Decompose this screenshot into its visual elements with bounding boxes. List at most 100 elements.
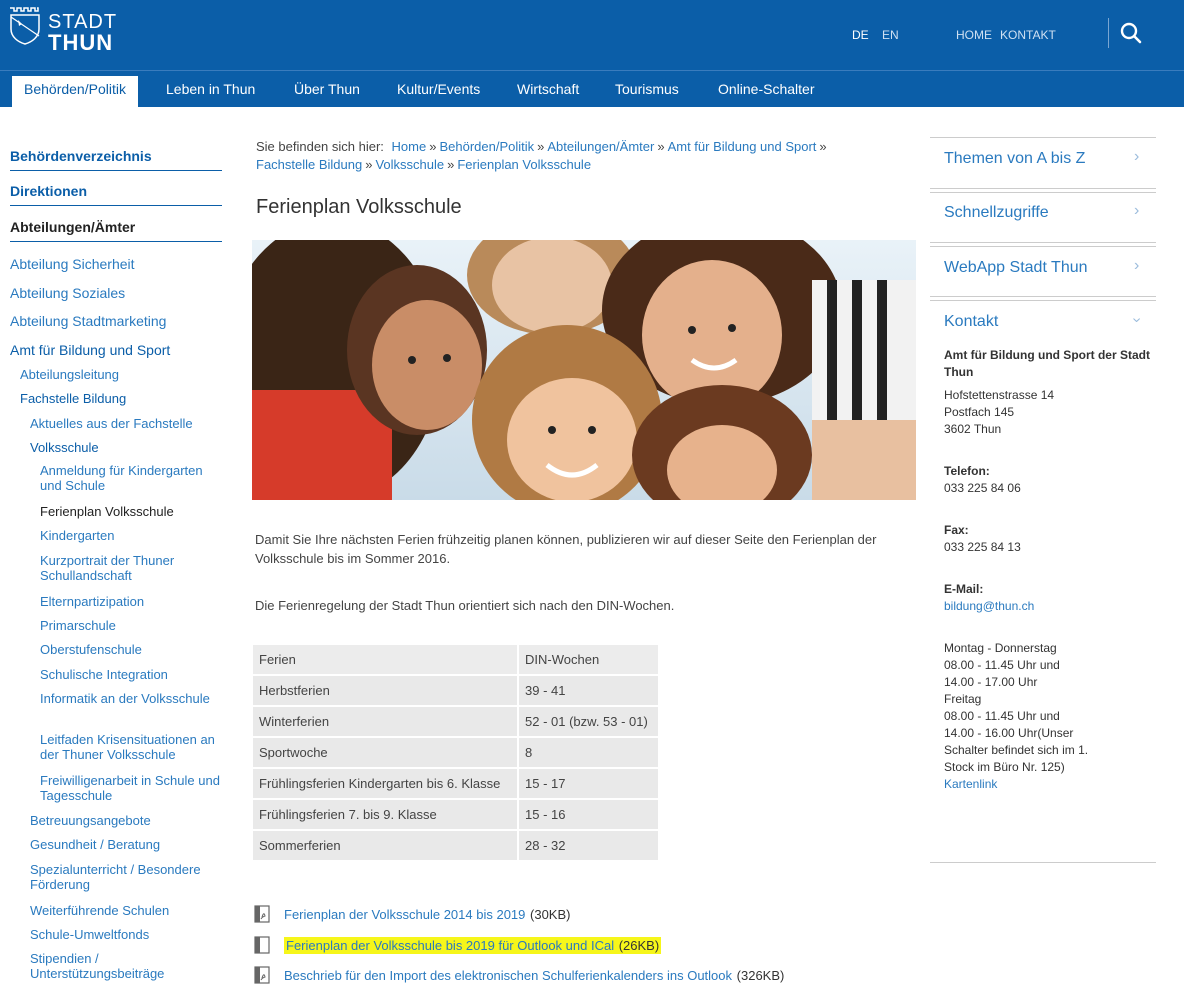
table-cell: Frühlingsferien Kindergarten bis 6. Klas…	[253, 769, 517, 798]
breadcrumb-ferienplan[interactable]: Ferienplan Volksschule	[457, 157, 591, 172]
breadcrumb-sep: »	[447, 157, 455, 172]
download-link-beschrieb[interactable]: Beschrieb für den Import des elektronisc…	[284, 968, 732, 983]
chevron-right-icon[interactable]: ›	[1134, 257, 1139, 275]
link-schnellzugriffe[interactable]: Schnellzugriffe	[944, 204, 1049, 222]
search-divider	[1108, 18, 1109, 48]
nav-leben[interactable]: Leben in Thun	[154, 76, 267, 107]
hours-line: Stock im Büro Nr. 125)	[944, 760, 1065, 774]
city-crest-icon	[10, 7, 40, 45]
sidebar-item-aktuelles[interactable]: Aktuelles aus der Fachstelle	[30, 416, 193, 431]
sidebar-item-elternpartizipation[interactable]: Elternpartizipation	[40, 594, 220, 609]
pdf-icon	[254, 966, 270, 984]
table-cell: 39 - 41	[517, 676, 658, 705]
chevron-right-icon[interactable]: ›	[1134, 148, 1139, 166]
breadcrumb-sep: »	[819, 139, 827, 154]
breadcrumb-home[interactable]: Home	[392, 139, 427, 154]
kontakt-link[interactable]: KONTAKT	[1000, 28, 1056, 42]
intro-text: Damit Sie Ihre nächsten Ferien frühzeiti…	[255, 532, 877, 566]
lang-en-link[interactable]: EN	[882, 28, 899, 42]
search-icon[interactable]	[1120, 22, 1142, 49]
sidebar-direktionen[interactable]: Direktionen	[10, 183, 222, 206]
sidebar-item-gesundheit[interactable]: Gesundheit / Beratung	[30, 837, 160, 852]
hero-image	[252, 240, 916, 500]
sidebar-item-informatik[interactable]: Informatik an der Volksschule	[40, 691, 220, 706]
nav-online-schalter[interactable]: Online-Schalter	[706, 76, 827, 107]
sidebar-item-fachstelle-bildung[interactable]: Fachstelle Bildung	[20, 391, 126, 406]
table-header: DIN-Wochen	[517, 645, 658, 674]
breadcrumb-amt[interactable]: Amt für Bildung und Sport	[668, 139, 817, 154]
download-link-ferienplan-pdf[interactable]: Ferienplan der Volksschule 2014 bis 2019	[284, 907, 525, 922]
sidebar-behoerdenverzeichnis[interactable]: Behördenverzeichnis	[10, 148, 222, 171]
telefon-label: Telefon:	[944, 464, 990, 478]
contact-address-1: Hofstettenstrasse 14	[944, 388, 1055, 402]
sidebar-item-volksschule[interactable]: Volksschule	[30, 440, 99, 455]
table-cell: 15 - 16	[517, 800, 658, 829]
table-header-row: Ferien DIN-Wochen	[253, 645, 658, 674]
sidebar-item-weiterfuehrende[interactable]: Weiterführende Schulen	[30, 903, 169, 918]
hours-line: Freitag	[944, 692, 982, 706]
sidebar-item-umweltfonds[interactable]: Schule-Umweltfonds	[30, 927, 149, 942]
breadcrumb-abteilungen[interactable]: Abteilungen/Ämter	[547, 139, 654, 154]
sidebar-item-abteilungsleitung[interactable]: Abteilungsleitung	[20, 367, 119, 382]
sidebar-abteilungen[interactable]: Abteilungen/Ämter	[10, 219, 222, 242]
sidebar-item-stipendien[interactable]: Stipendien / Unterstützungsbeiträge	[30, 951, 220, 981]
breadcrumb-volksschule[interactable]: Volksschule	[375, 157, 444, 172]
sidebar-item-spezialunterricht[interactable]: Spezialunterricht / Besondere Förderung	[30, 862, 220, 892]
fax-label: Fax:	[944, 523, 969, 537]
right-divider	[930, 242, 1156, 243]
table-row: Sportwoche 8	[253, 738, 658, 767]
kartenlink[interactable]: Kartenlink	[944, 776, 997, 793]
nav-ueber-thun[interactable]: Über Thun	[282, 76, 372, 107]
sidebar-item-betreuung[interactable]: Betreuungsangebote	[30, 813, 151, 828]
sidebar-item-anmeldung[interactable]: Anmeldung für Kindergarten und Schule	[40, 463, 220, 493]
page-title: Ferienplan Volksschule	[256, 196, 462, 218]
email-link[interactable]: bildung@thun.ch	[944, 598, 1034, 615]
table-row: Winterferien 52 - 01 (bzw. 53 - 01)	[253, 707, 658, 736]
sidebar-item-soziales[interactable]: Abteilung Soziales	[10, 285, 125, 301]
table-cell: Frühlingsferien 7. bis 9. Klasse	[253, 800, 517, 829]
chevron-down-icon[interactable]: ›	[1128, 317, 1146, 322]
nav-behoerden[interactable]: Behörden/Politik	[12, 76, 138, 107]
nav-tourismus[interactable]: Tourismus	[603, 76, 691, 107]
breadcrumb-behoerden[interactable]: Behörden/Politik	[439, 139, 534, 154]
table-cell: Sportwoche	[253, 738, 517, 767]
kontakt-toggle[interactable]: Kontakt	[944, 313, 998, 331]
sidebar-item-sicherheit[interactable]: Abteilung Sicherheit	[10, 256, 135, 272]
chevron-right-icon[interactable]: ›	[1134, 202, 1139, 220]
nav-wirtschaft[interactable]: Wirtschaft	[505, 76, 591, 107]
sidebar-item-primarschule[interactable]: Primarschule	[40, 618, 220, 633]
sidebar-item-leitfaden[interactable]: Leitfaden Krisensituationen an der Thune…	[40, 732, 220, 762]
right-divider	[930, 862, 1156, 863]
table-cell: Herbstferien	[253, 676, 517, 705]
download-link-ferienplan-ical[interactable]: Ferienplan der Volksschule bis 2019 für …	[286, 938, 614, 953]
sidebar-item-stadtmarketing[interactable]: Abteilung Stadtmarketing	[10, 313, 166, 329]
link-themen-a-z[interactable]: Themen von A bis Z	[944, 150, 1085, 168]
site-header: STADT THUN DE EN HOME KONTAKT Behörden/P…	[0, 0, 1184, 107]
breadcrumb-prefix: Sie befinden sich hier:	[256, 139, 384, 154]
nav-kultur[interactable]: Kultur/Events	[385, 76, 492, 107]
lang-de-link[interactable]: DE	[852, 28, 869, 42]
sidebar-item-freiwilligenarbeit[interactable]: Freiwilligenarbeit in Schule und Tagessc…	[40, 773, 220, 803]
download-size: (30KB)	[530, 906, 571, 922]
contact-org: Amt für Bildung und Sport der Stadt Thun	[944, 348, 1150, 379]
logo[interactable]: STADT THUN	[8, 6, 117, 54]
sidebar-item-kindergarten[interactable]: Kindergarten	[40, 528, 220, 543]
email-label: E-Mail:	[944, 582, 984, 596]
sidebar-item-oberstufenschule[interactable]: Oberstufenschule	[40, 642, 220, 657]
download-size: (26KB)	[618, 937, 660, 953]
table-cell: Winterferien	[253, 707, 517, 736]
download-item: Ferienplan der Volksschule 2014 bis 2019…	[254, 905, 570, 923]
link-webapp[interactable]: WebApp Stadt Thun	[944, 259, 1088, 277]
logo-stadt: STADT	[48, 11, 118, 33]
sidebar-item-bildung-sport[interactable]: Amt für Bildung und Sport	[10, 342, 170, 358]
home-link[interactable]: HOME	[956, 28, 992, 42]
fax-value: 033 225 84 13	[944, 540, 1021, 554]
sidebar-item-integration[interactable]: Schulische Integration	[40, 667, 220, 682]
right-divider	[930, 246, 1156, 247]
right-divider	[930, 192, 1156, 193]
sidebar-item-ferienplan[interactable]: Ferienplan Volksschule	[40, 504, 220, 519]
sidebar-item-kurzportrait[interactable]: Kurzportrait der Thuner Schullandschaft	[40, 553, 220, 583]
table-header: Ferien	[253, 645, 517, 674]
breadcrumb-fachstelle[interactable]: Fachstelle Bildung	[256, 157, 362, 172]
highlight: Ferienplan der Volksschule bis 2019 für …	[284, 936, 662, 954]
